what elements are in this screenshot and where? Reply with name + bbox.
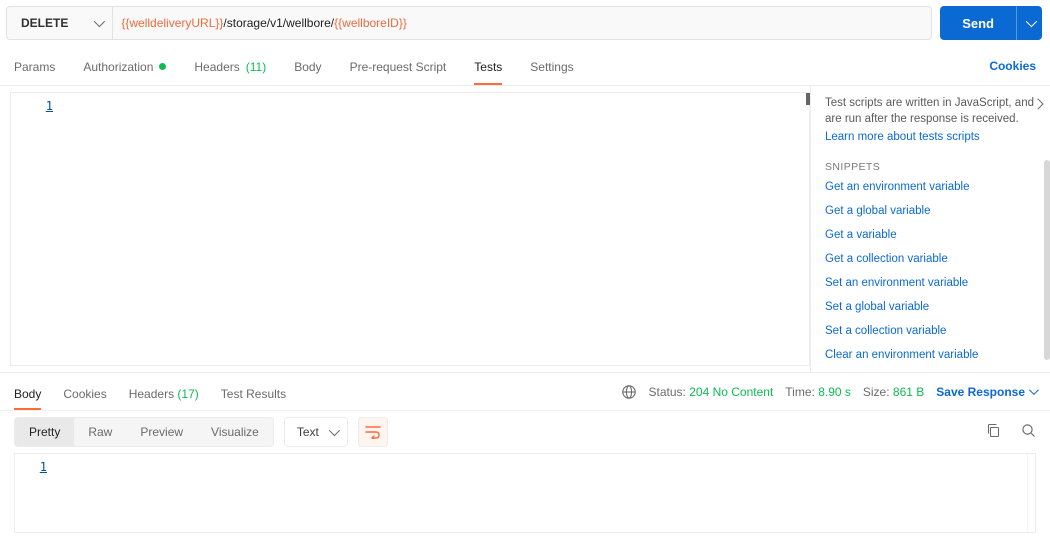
- tab-params[interactable]: Params: [14, 48, 55, 84]
- snippet-item[interactable]: Get a global variable: [825, 205, 1038, 217]
- snippets-hint: Test scripts are written in JavaScript, …: [825, 96, 1038, 127]
- wrap-lines-button[interactable]: [358, 417, 388, 447]
- chevron-down-icon: [1029, 385, 1039, 395]
- snippets-list: Get an environment variable Get a global…: [825, 181, 1038, 361]
- snippet-item[interactable]: Get a variable: [825, 229, 1038, 241]
- gutter: 1: [15, 454, 57, 532]
- url-variable: {{wellboreID}}: [334, 16, 407, 30]
- time-label: Time: 8.90 s: [785, 385, 851, 399]
- code-content[interactable]: [63, 93, 809, 365]
- tests-code-editor[interactable]: 1: [10, 92, 810, 366]
- status-dot-icon: [159, 63, 166, 70]
- view-pretty-button[interactable]: Pretty: [15, 418, 74, 446]
- size-value: 861 B: [893, 385, 924, 399]
- resp-tab-cookies[interactable]: Cookies: [63, 375, 106, 409]
- status-label: Status: 204 No Content: [649, 385, 774, 399]
- tab-tests[interactable]: Tests: [474, 48, 502, 84]
- headers-count: (11): [246, 60, 266, 74]
- http-method-label: DELETE: [21, 16, 68, 30]
- snippets-panel: Test scripts are written in JavaScript, …: [810, 86, 1050, 372]
- line-number: 1: [40, 460, 47, 474]
- tab-pre-request-script[interactable]: Pre-request Script: [350, 48, 447, 84]
- view-visualize-button[interactable]: Visualize: [197, 418, 273, 446]
- scrollbar[interactable]: [1044, 160, 1050, 360]
- line-number: 1: [46, 99, 53, 113]
- copy-icon[interactable]: [986, 423, 1001, 441]
- cookies-link[interactable]: Cookies: [989, 59, 1036, 73]
- snippets-title: SNIPPETS: [825, 161, 1038, 173]
- time-value: 8.90 s: [818, 385, 851, 399]
- http-method-select[interactable]: DELETE: [7, 7, 113, 39]
- format-label: Text: [297, 425, 319, 439]
- send-options-button[interactable]: [1016, 6, 1042, 40]
- snippet-item[interactable]: Get a collection variable: [825, 253, 1038, 265]
- resp-tab-headers[interactable]: Headers (17): [129, 375, 199, 409]
- view-preview-button[interactable]: Preview: [126, 418, 197, 446]
- tab-headers[interactable]: Headers (11): [194, 48, 266, 84]
- snippet-item[interactable]: Set a global variable: [825, 301, 1038, 313]
- resp-headers-count: (17): [177, 387, 198, 401]
- chevron-down-icon: [94, 16, 105, 27]
- tab-body[interactable]: Body: [294, 48, 321, 84]
- resp-tab-test-results[interactable]: Test Results: [221, 375, 286, 409]
- tab-settings[interactable]: Settings: [530, 48, 573, 84]
- request-tabs: Params Authorization Headers (11) Body P…: [14, 48, 574, 84]
- snippet-item[interactable]: Get an environment variable: [825, 181, 1038, 193]
- status-value: 204 No Content: [689, 385, 773, 399]
- url-variable: {{welldeliveryURL}}: [121, 16, 223, 30]
- learn-more-link[interactable]: Learn more about tests scripts: [825, 131, 980, 143]
- response-body-editor[interactable]: 1: [14, 453, 1036, 533]
- save-response-button[interactable]: Save Response: [936, 385, 1036, 399]
- snippet-item[interactable]: Set an environment variable: [825, 277, 1038, 289]
- snippet-item[interactable]: Clear an environment variable: [825, 349, 1038, 361]
- network-icon[interactable]: [621, 384, 637, 400]
- gutter: 1: [11, 93, 63, 365]
- chevron-down-icon: [1025, 16, 1036, 27]
- url-input[interactable]: {{welldeliveryURL}}/storage/v1/wellbore/…: [113, 7, 931, 39]
- tab-authorization[interactable]: Authorization: [83, 48, 166, 84]
- size-label: Size: 861 B: [863, 385, 924, 399]
- chevron-down-icon: [329, 425, 340, 436]
- view-mode-segmented: Pretty Raw Preview Visualize: [14, 417, 274, 447]
- minimap: [1027, 454, 1035, 532]
- url-segment: /storage/v1/wellbore/: [223, 16, 334, 30]
- resp-tab-body[interactable]: Body: [14, 375, 41, 409]
- view-raw-button[interactable]: Raw: [74, 418, 126, 446]
- search-icon[interactable]: [1021, 423, 1036, 441]
- code-content[interactable]: [57, 454, 1035, 532]
- response-tabs: Body Cookies Headers (17) Test Results: [14, 375, 286, 409]
- format-select[interactable]: Text: [284, 417, 348, 447]
- send-button[interactable]: Send: [940, 6, 1016, 40]
- snippet-item[interactable]: Set a collection variable: [825, 325, 1038, 337]
